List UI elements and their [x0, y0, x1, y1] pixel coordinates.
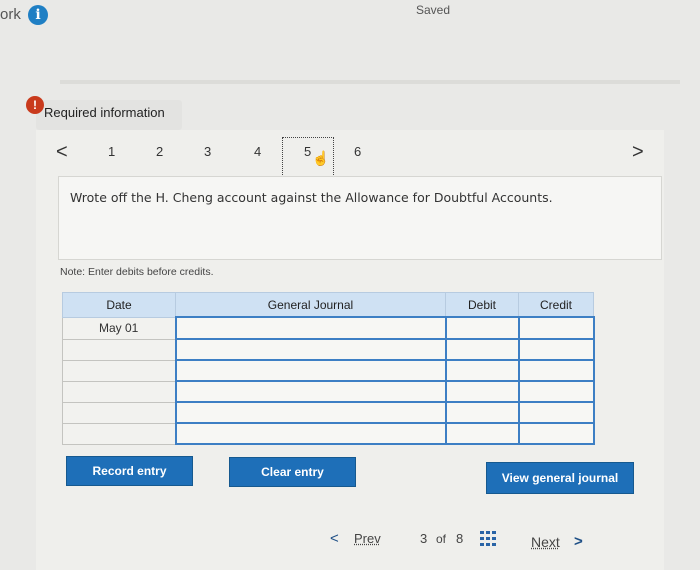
step-prev-arrow[interactable]: < [56, 141, 68, 164]
page-of: of [436, 532, 447, 546]
table-row [62, 422, 595, 445]
date-cell [62, 401, 176, 424]
step-5[interactable]: 5 [304, 144, 311, 159]
debit-input[interactable] [444, 401, 520, 424]
credit-input[interactable] [517, 338, 595, 361]
next-chevron-icon[interactable]: > [574, 533, 583, 550]
column-header-general-journal: General Journal [175, 292, 446, 318]
journal-table: Date General Journal Debit Credit May 01 [62, 292, 595, 445]
page-current: 3 [420, 531, 428, 546]
step-2[interactable]: 2 [156, 144, 163, 159]
info-icon[interactable]: i [28, 5, 48, 25]
debit-input[interactable] [444, 422, 520, 445]
alert-icon: ! [26, 96, 44, 114]
page-total: 8 [456, 531, 464, 546]
account-input[interactable] [174, 380, 447, 403]
debit-input[interactable] [444, 338, 520, 361]
table-row [62, 359, 595, 382]
table-row: May 01 [62, 316, 595, 340]
account-input[interactable] [174, 401, 447, 424]
column-header-debit: Debit [445, 292, 519, 318]
step-6[interactable]: 6 [354, 144, 361, 159]
prev-chevron-icon[interactable]: < [330, 530, 339, 547]
credit-input[interactable] [517, 380, 595, 403]
account-input[interactable] [174, 422, 447, 445]
table-row [62, 380, 595, 403]
table-row [62, 338, 595, 361]
note-text: Note: Enter debits before credits. [60, 266, 214, 278]
date-cell [62, 359, 176, 382]
debit-input[interactable] [444, 380, 520, 403]
step-3[interactable]: 3 [204, 144, 211, 159]
next-button[interactable]: Next [531, 534, 560, 550]
date-cell [62, 338, 176, 361]
account-input[interactable] [174, 316, 447, 340]
prev-button[interactable]: Prev [354, 531, 381, 546]
credit-input[interactable] [517, 316, 595, 340]
date-cell [62, 422, 176, 445]
step-1[interactable]: 1 [108, 144, 115, 159]
debit-input[interactable] [444, 359, 520, 382]
column-header-date: Date [62, 292, 176, 318]
date-cell: May 01 [62, 316, 176, 340]
column-header-credit: Credit [518, 292, 594, 318]
page-title: ork [0, 6, 21, 23]
account-input[interactable] [174, 338, 447, 361]
step-4[interactable]: 4 [254, 144, 261, 159]
credit-input[interactable] [517, 359, 595, 382]
question-text: Wrote off the H. Cheng account against t… [70, 190, 553, 205]
grid-icon[interactable] [480, 531, 497, 546]
table-row [62, 401, 595, 424]
debit-input[interactable] [444, 316, 520, 340]
question-box [58, 176, 662, 260]
required-information-tab[interactable]: Required information [36, 100, 182, 130]
saved-status: Saved [416, 3, 451, 17]
clear-entry-button[interactable]: Clear entry [229, 457, 356, 487]
credit-input[interactable] [517, 401, 595, 424]
divider [60, 80, 680, 84]
record-entry-button[interactable]: Record entry [66, 456, 193, 486]
hand-cursor-icon: ☝ [312, 150, 330, 166]
step-next-arrow[interactable]: > [632, 141, 644, 164]
account-input[interactable] [174, 359, 447, 382]
view-general-journal-button[interactable]: View general journal [486, 462, 634, 494]
credit-input[interactable] [517, 422, 595, 445]
journal-header-row: Date General Journal Debit Credit [62, 292, 594, 318]
date-cell [62, 380, 176, 403]
